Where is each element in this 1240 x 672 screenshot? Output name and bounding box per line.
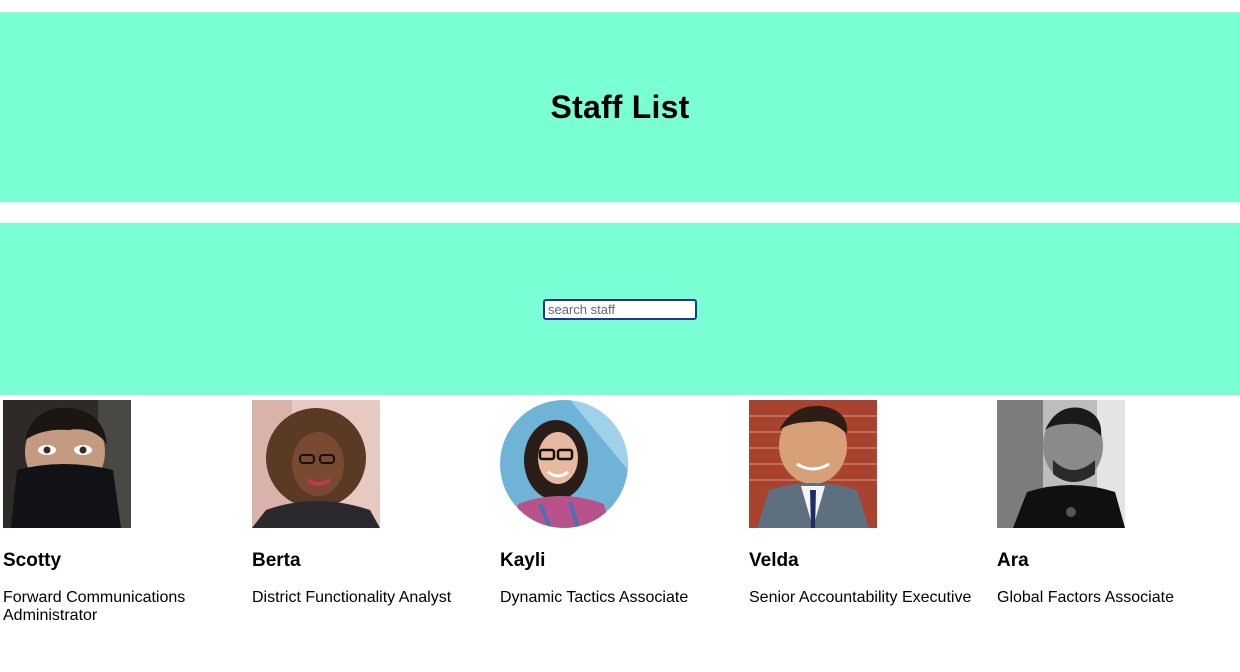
page-header: Staff List bbox=[0, 12, 1240, 202]
staff-card: Scotty Forward Communications Administra… bbox=[3, 400, 238, 625]
staff-name: Ara bbox=[997, 550, 1029, 571]
staff-title: Senior Accountability Executive bbox=[749, 589, 972, 606]
staff-name: Berta bbox=[252, 550, 301, 571]
staff-card: Kayli Dynamic Tactics Associate bbox=[500, 400, 735, 607]
staff-title: Dynamic Tactics Associate bbox=[500, 589, 689, 606]
staff-name: Scotty bbox=[3, 550, 62, 571]
staff-name: Kayli bbox=[500, 550, 546, 571]
search-section bbox=[0, 223, 1240, 395]
staff-card: Ara Global Factors Associate bbox=[997, 400, 1232, 607]
staff-card: Berta District Functionality Analyst bbox=[252, 400, 487, 607]
staff-name: Velda bbox=[749, 550, 799, 571]
staff-title: Forward Communications Administrator bbox=[3, 589, 186, 624]
staff-title: District Functionality Analyst bbox=[252, 589, 452, 606]
staff-title: Global Factors Associate bbox=[997, 589, 1174, 606]
staff-photo bbox=[749, 400, 877, 528]
staff-photo bbox=[500, 400, 628, 528]
search-input[interactable] bbox=[543, 299, 697, 320]
staff-photo bbox=[252, 400, 380, 528]
page-title: Staff List bbox=[550, 88, 690, 125]
staff-photo bbox=[3, 400, 131, 528]
staff-card: Velda Senior Accountability Executive bbox=[749, 400, 984, 607]
staff-photo bbox=[997, 400, 1125, 528]
staff-grid: Scotty Forward Communications Administra… bbox=[3, 400, 1240, 660]
